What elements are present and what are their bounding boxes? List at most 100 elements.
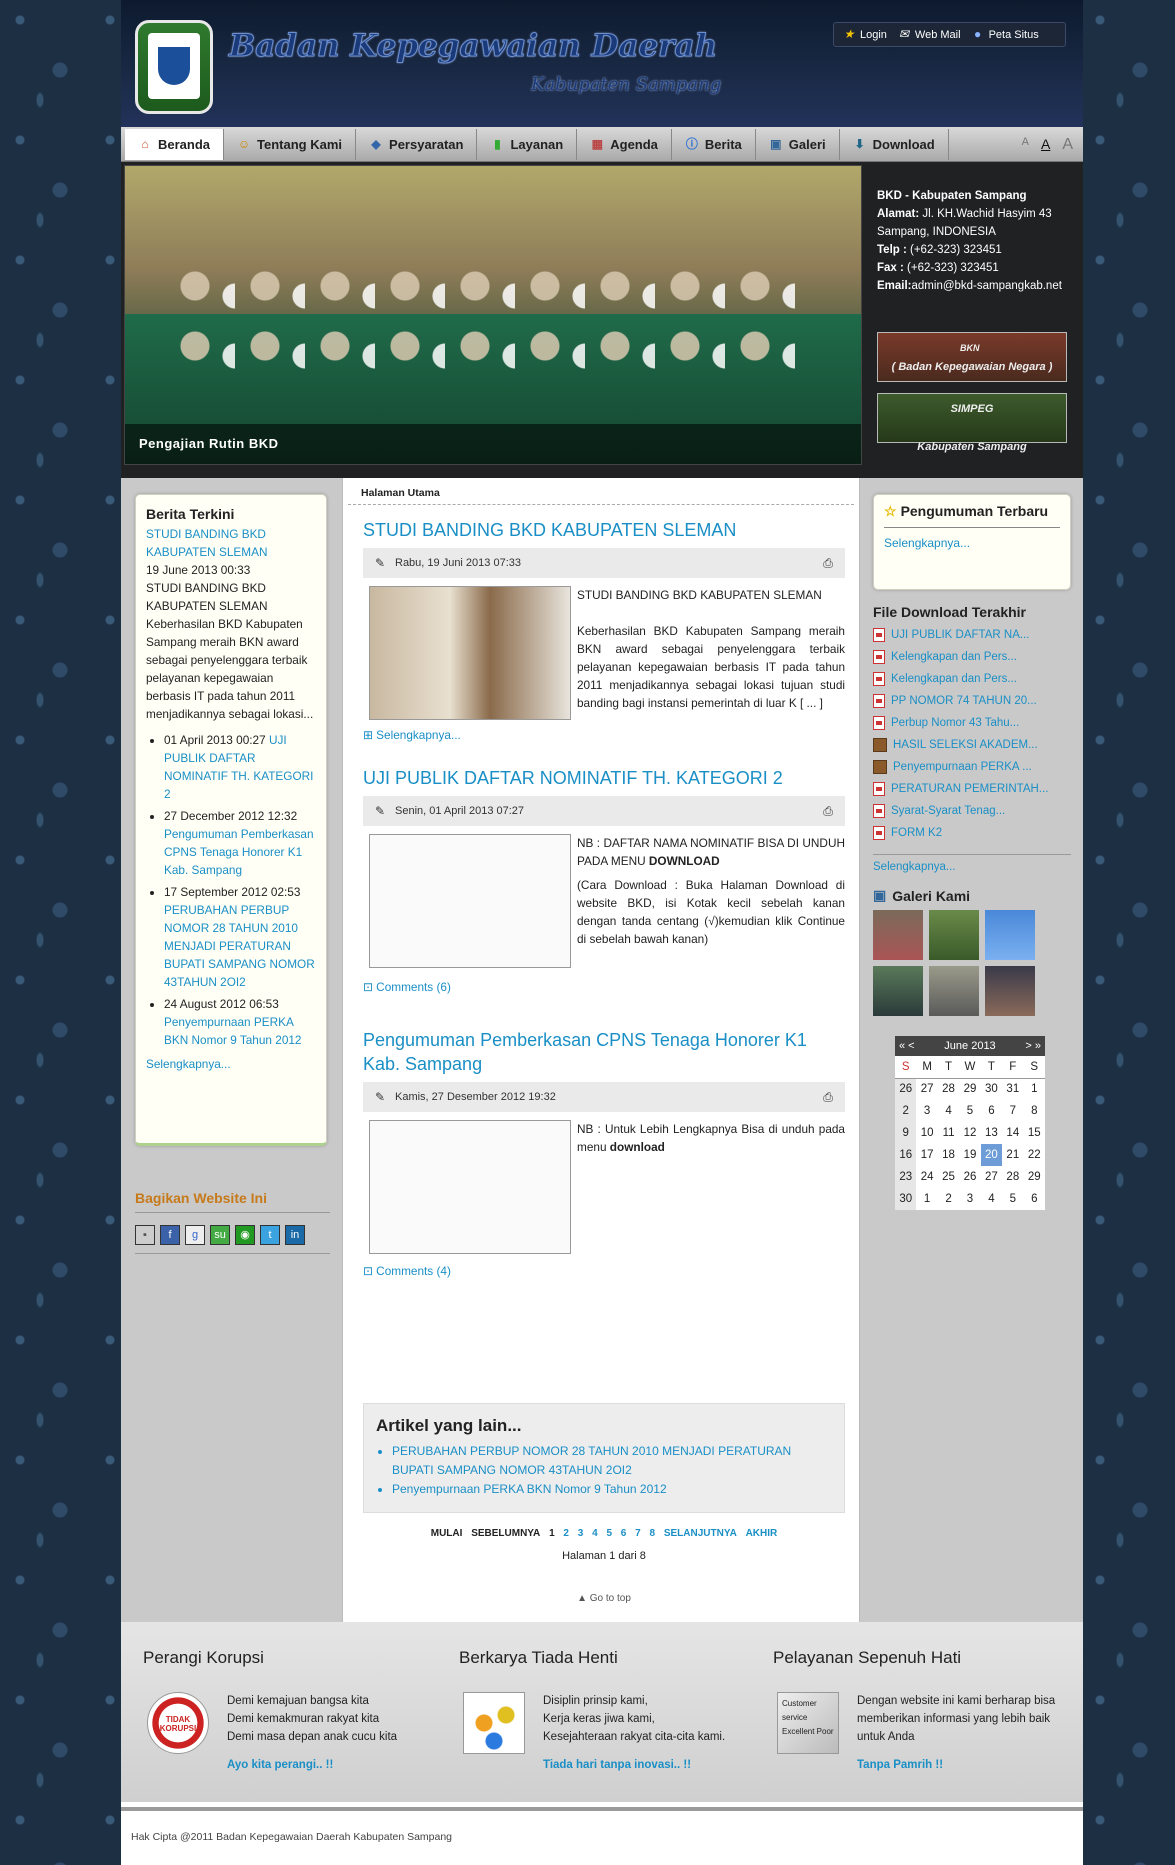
gallery-thumb[interactable] — [873, 966, 923, 1016]
calendar-day[interactable]: 4 — [938, 1100, 959, 1122]
pengumuman-more-link[interactable]: Selengkapnya... — [884, 536, 970, 550]
print-icon[interactable]: ⎙ — [821, 556, 835, 570]
nav-berita[interactable]: ⓘ Berita — [672, 129, 756, 160]
file-item[interactable]: UJI PUBLIK DAFTAR NA... — [873, 624, 1071, 646]
gallery-thumb[interactable] — [985, 910, 1035, 960]
calendar-day[interactable]: 3 — [959, 1188, 980, 1210]
calendar-day[interactable]: 31 — [1002, 1078, 1023, 1100]
calendar-day[interactable]: 26 — [895, 1078, 917, 1100]
item-link[interactable]: Penyempurnaan PERKA BKN Nomor 9 Tahun 20… — [164, 1015, 302, 1047]
pager-first[interactable]: MULAI — [431, 1528, 463, 1539]
calendar-day[interactable]: 28 — [938, 1078, 959, 1100]
calendar-day[interactable]: 30 — [981, 1078, 1002, 1100]
login-link[interactable]: ★ Login — [842, 28, 887, 41]
calendar-day[interactable]: 1 — [1024, 1078, 1045, 1100]
calendar-day[interactable]: 14 — [1002, 1122, 1023, 1144]
nav-persyaratan[interactable]: ◆ Persyaratan — [356, 129, 478, 160]
calendar-day[interactable]: 15 — [1024, 1122, 1045, 1144]
nav-agenda[interactable]: ▦ Agenda — [577, 129, 672, 160]
gallery-thumb[interactable] — [985, 966, 1035, 1016]
calendar-day[interactable]: 30 — [895, 1188, 917, 1210]
calendar-day[interactable]: 24 — [916, 1166, 937, 1188]
berita-lead-link[interactable]: STUDI BANDING BKD KABUPATEN SLEMAN — [146, 525, 316, 561]
share-generic-icon[interactable]: ▪ — [135, 1225, 155, 1245]
calendar-prev-button[interactable]: « < — [899, 1040, 915, 1052]
calendar-day[interactable]: 6 — [1024, 1188, 1045, 1210]
nav-beranda[interactable]: ⌂ Beranda — [125, 129, 225, 160]
gallery-thumb[interactable] — [929, 910, 979, 960]
calendar-day[interactable]: 10 — [916, 1122, 937, 1144]
calendar-day[interactable]: 22 — [1024, 1144, 1045, 1166]
calendar-day[interactable]: 19 — [959, 1144, 980, 1166]
file-item[interactable]: HASIL SELEKSI AKADEM... — [873, 734, 1071, 756]
pager-page[interactable]: 8 — [649, 1528, 655, 1539]
bkn-banner[interactable]: BKN ( Badan Kepegawaian Negara ) — [877, 332, 1067, 382]
item-link[interactable]: PERUBAHAN PERBUP NOMOR 28 TAHUN 2010 MEN… — [164, 903, 315, 989]
files-more-link[interactable]: Selengkapnya... — [873, 861, 955, 873]
calendar-day[interactable]: 4 — [981, 1188, 1002, 1210]
pager-page[interactable]: 5 — [606, 1528, 612, 1539]
file-item[interactable]: Perbup Nomor 43 Tahu... — [873, 712, 1071, 734]
pager-page[interactable]: 3 — [578, 1528, 584, 1539]
file-item[interactable]: Kelengkapan dan Pers... — [873, 646, 1071, 668]
nav-galeri[interactable]: ▣ Galeri — [756, 129, 840, 160]
linkedin-icon[interactable]: in — [285, 1225, 305, 1245]
pager-page[interactable]: 6 — [621, 1528, 627, 1539]
file-item[interactable]: PP NOMOR 74 TAHUN 20... — [873, 690, 1071, 712]
calendar-day[interactable]: 21 — [1002, 1144, 1023, 1166]
print-icon[interactable]: ⎙ — [821, 804, 835, 818]
file-item[interactable]: FORM K2 — [873, 822, 1071, 844]
calendar-day[interactable]: 18 — [938, 1144, 959, 1166]
file-item[interactable]: PERATURAN PEMERINTAH... — [873, 778, 1071, 800]
webmail-link[interactable]: ✉ Web Mail — [897, 28, 961, 41]
slide-image[interactable]: Pengajian Rutin BKD — [124, 165, 862, 465]
twitter-icon[interactable]: t — [260, 1225, 280, 1245]
stumbleupon-icon[interactable]: su — [210, 1225, 230, 1245]
calendar-day[interactable]: 5 — [959, 1100, 980, 1122]
calendar-day[interactable]: 23 — [895, 1166, 917, 1188]
site-logo[interactable] — [135, 20, 213, 114]
gallery-thumb[interactable] — [873, 910, 923, 960]
pager-page[interactable]: 7 — [635, 1528, 641, 1539]
print-icon[interactable]: ⎙ — [821, 1090, 835, 1104]
font-normal-button[interactable]: A — [1041, 136, 1050, 154]
file-item[interactable]: Penyempurnaan PERKA ... — [873, 756, 1071, 778]
nav-layanan[interactable]: ▮ Layanan — [477, 129, 578, 160]
go-to-top-link[interactable]: ▲ Go to top — [363, 1593, 845, 1604]
calendar-day-today[interactable]: 20 — [980, 1144, 1003, 1166]
calendar-day[interactable]: 26 — [959, 1166, 980, 1188]
chat-icon[interactable]: ◉ — [235, 1225, 255, 1245]
pager-last[interactable]: AKHIR — [746, 1528, 778, 1539]
font-large-button[interactable]: A — [1062, 136, 1073, 154]
comments-link[interactable]: ⊡ Comments (6) — [363, 972, 845, 994]
calendar-day[interactable]: 29 — [959, 1078, 980, 1100]
pager-page[interactable]: 2 — [563, 1528, 569, 1539]
calendar-day[interactable]: 27 — [981, 1166, 1002, 1188]
calendar-day[interactable]: 16 — [895, 1144, 917, 1166]
calendar-next-button[interactable]: > » — [1025, 1040, 1041, 1052]
calendar-day[interactable]: 29 — [1024, 1166, 1045, 1188]
read-more-link[interactable]: ⊞ Selengkapnya... — [363, 724, 845, 742]
pager-page[interactable]: 4 — [592, 1528, 598, 1539]
calendar-day[interactable]: 8 — [1024, 1100, 1045, 1122]
calendar-day[interactable]: 2 — [938, 1188, 959, 1210]
file-item[interactable]: Kelengkapan dan Pers... — [873, 668, 1071, 690]
pager-next[interactable]: SELANJUTNYA — [664, 1528, 737, 1539]
nav-download[interactable]: ⬇ Download — [840, 129, 949, 160]
calendar-day[interactable]: 9 — [895, 1122, 917, 1144]
berita-more-link[interactable]: Selengkapnya... — [146, 1057, 231, 1071]
item-link[interactable]: Pengumuman Pemberkasan CPNS Tenaga Honor… — [164, 827, 314, 877]
calendar-day[interactable]: 5 — [1002, 1188, 1023, 1210]
article-title-link[interactable]: Pengumuman Pemberkasan CPNS Tenaga Honor… — [363, 1030, 807, 1074]
calendar-day[interactable]: 2 — [895, 1100, 917, 1122]
article-title-link[interactable]: STUDI BANDING BKD KABUPATEN SLEMAN — [363, 520, 736, 540]
nav-tentang-kami[interactable]: ☺ Tentang Kami — [224, 129, 357, 160]
article-title-link[interactable]: UJI PUBLIK DAFTAR NOMINATIF TH. KATEGORI… — [363, 768, 783, 788]
calendar-day[interactable]: 17 — [916, 1144, 937, 1166]
file-item[interactable]: Syarat-Syarat Tenag... — [873, 800, 1071, 822]
sitemap-link[interactable]: ● Peta Situs — [971, 28, 1039, 41]
calendar-day[interactable]: 7 — [1002, 1100, 1023, 1122]
simpeg-banner[interactable]: SIMPEG Kabupaten Sampang — [877, 393, 1067, 453]
calendar-day[interactable]: 3 — [916, 1100, 937, 1122]
calendar-day[interactable]: 25 — [938, 1166, 959, 1188]
